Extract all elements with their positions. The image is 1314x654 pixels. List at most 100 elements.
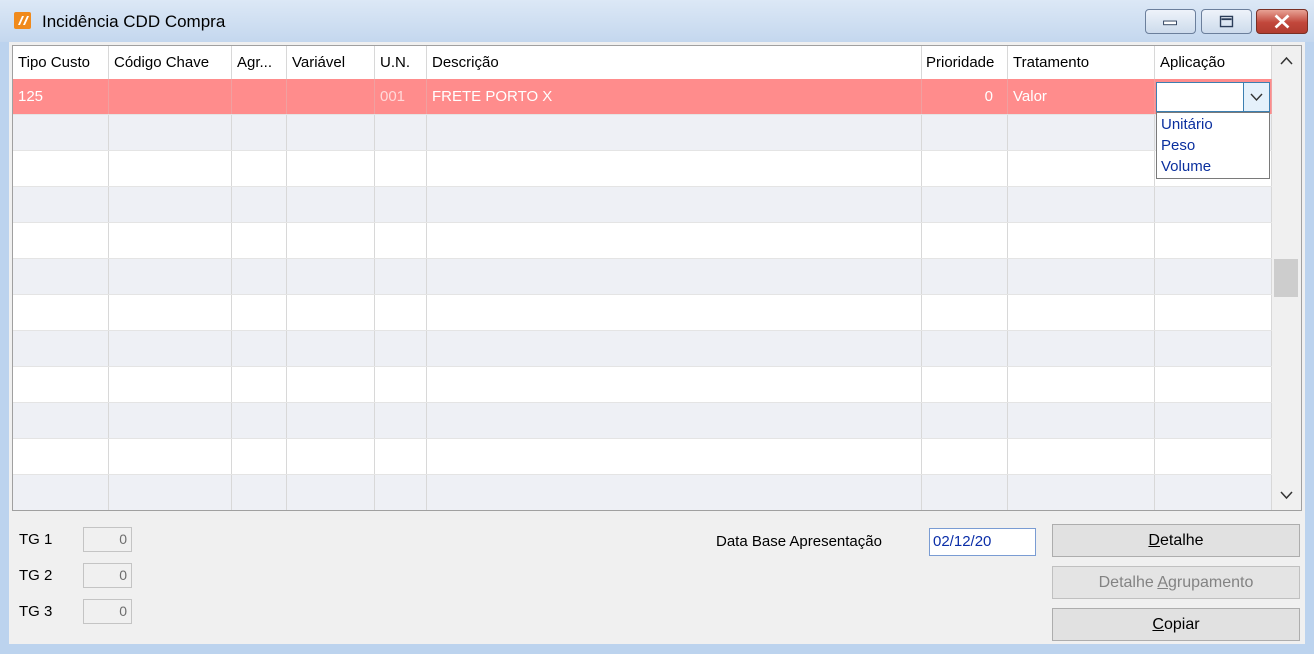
tg3-field[interactable]: 0 xyxy=(83,599,132,624)
cell-agr[interactable] xyxy=(232,79,287,114)
table-cell[interactable] xyxy=(287,331,375,366)
table-cell[interactable] xyxy=(922,439,1008,474)
table-cell[interactable] xyxy=(232,367,287,402)
cell-un[interactable]: 001 xyxy=(375,79,427,114)
aplicacao-combobox[interactable] xyxy=(1156,82,1270,112)
table-cell[interactable] xyxy=(287,439,375,474)
col-header-tratamento[interactable]: Tratamento xyxy=(1008,46,1155,79)
table-cell[interactable] xyxy=(109,439,232,474)
dropdown-option-unitario[interactable]: Unitário xyxy=(1157,115,1269,136)
table-cell[interactable] xyxy=(13,439,109,474)
table-cell[interactable] xyxy=(232,475,287,510)
table-cell[interactable] xyxy=(287,367,375,402)
table-cell[interactable] xyxy=(232,403,287,438)
table-cell[interactable] xyxy=(232,151,287,186)
table-row[interactable] xyxy=(13,187,1272,223)
table-cell[interactable] xyxy=(375,151,427,186)
cell-prioridade[interactable]: 0 xyxy=(922,79,1008,114)
table-cell[interactable] xyxy=(1155,403,1272,438)
cell-variavel[interactable] xyxy=(287,79,375,114)
table-cell[interactable] xyxy=(1008,259,1155,294)
detalhe-button[interactable]: Detalhe xyxy=(1052,524,1300,557)
table-cell[interactable] xyxy=(109,367,232,402)
scroll-up-icon[interactable] xyxy=(1272,46,1301,76)
table-row[interactable] xyxy=(13,115,1272,151)
table-cell[interactable] xyxy=(1155,367,1272,402)
col-header-codigo-chave[interactable]: Código Chave xyxy=(109,46,232,79)
table-cell[interactable] xyxy=(427,439,922,474)
table-row[interactable] xyxy=(13,475,1272,510)
table-cell[interactable] xyxy=(427,403,922,438)
table-cell[interactable] xyxy=(109,187,232,222)
table-cell[interactable] xyxy=(922,259,1008,294)
table-cell[interactable] xyxy=(1008,115,1155,150)
table-cell[interactable] xyxy=(13,403,109,438)
table-cell[interactable] xyxy=(1008,331,1155,366)
table-row[interactable] xyxy=(13,223,1272,259)
table-row[interactable] xyxy=(13,439,1272,475)
col-header-prioridade[interactable]: Prioridade xyxy=(922,46,1008,79)
table-cell[interactable] xyxy=(13,475,109,510)
title-bar[interactable]: Incidência CDD Compra xyxy=(0,0,1314,42)
minimize-button[interactable] xyxy=(1145,9,1196,34)
table-row[interactable] xyxy=(13,403,1272,439)
table-cell[interactable] xyxy=(922,223,1008,258)
table-cell[interactable] xyxy=(13,259,109,294)
table-cell[interactable] xyxy=(1008,295,1155,330)
table-cell[interactable] xyxy=(1008,439,1155,474)
restore-button[interactable] xyxy=(1201,9,1252,34)
table-cell[interactable] xyxy=(427,223,922,258)
table-cell[interactable] xyxy=(109,475,232,510)
vertical-scrollbar[interactable] xyxy=(1272,46,1301,510)
table-cell[interactable] xyxy=(427,151,922,186)
table-cell[interactable] xyxy=(1008,187,1155,222)
table-cell[interactable] xyxy=(109,403,232,438)
table-cell[interactable] xyxy=(13,187,109,222)
table-cell[interactable] xyxy=(922,331,1008,366)
cell-tratamento[interactable]: Valor xyxy=(1008,79,1155,114)
detalhe-agrupamento-button[interactable]: Detalhe Agrupamento xyxy=(1052,566,1300,599)
table-cell[interactable] xyxy=(287,295,375,330)
cell-descricao[interactable]: FRETE PORTO X xyxy=(427,79,922,114)
table-cell[interactable] xyxy=(1155,259,1272,294)
table-cell[interactable] xyxy=(287,151,375,186)
col-header-agr[interactable]: Agr... xyxy=(232,46,287,79)
col-header-tipo-custo[interactable]: Tipo Custo xyxy=(13,46,109,79)
chevron-down-icon[interactable] xyxy=(1243,83,1269,111)
table-cell[interactable] xyxy=(287,115,375,150)
table-cell[interactable] xyxy=(375,259,427,294)
table-cell[interactable] xyxy=(1155,331,1272,366)
table-cell[interactable] xyxy=(427,331,922,366)
table-cell[interactable] xyxy=(109,223,232,258)
table-cell[interactable] xyxy=(1008,403,1155,438)
table-cell[interactable] xyxy=(375,403,427,438)
table-cell[interactable] xyxy=(109,115,232,150)
table-cell[interactable] xyxy=(13,115,109,150)
table-cell[interactable] xyxy=(13,367,109,402)
cell-codigo-chave[interactable] xyxy=(109,79,232,114)
close-button[interactable] xyxy=(1256,9,1308,34)
dropdown-option-peso[interactable]: Peso xyxy=(1157,136,1269,157)
table-row[interactable] xyxy=(13,331,1272,367)
scrollbar-thumb[interactable] xyxy=(1274,259,1298,297)
table-cell[interactable] xyxy=(375,187,427,222)
table-cell[interactable] xyxy=(287,403,375,438)
table-cell[interactable] xyxy=(1155,475,1272,510)
table-row[interactable] xyxy=(13,295,1272,331)
table-cell[interactable] xyxy=(1155,295,1272,330)
table-cell[interactable] xyxy=(232,295,287,330)
tg2-field[interactable]: 0 xyxy=(83,563,132,588)
data-grid[interactable]: Tipo Custo Código Chave Agr... Variável … xyxy=(12,45,1302,511)
table-row-selected[interactable]: 125 001 FRETE PORTO X 0 Valor xyxy=(13,79,1272,115)
col-header-aplicacao[interactable]: Aplicação xyxy=(1155,46,1272,79)
table-cell[interactable] xyxy=(1008,475,1155,510)
table-cell[interactable] xyxy=(1008,367,1155,402)
table-row[interactable] xyxy=(13,367,1272,403)
table-cell[interactable] xyxy=(922,367,1008,402)
data-base-field[interactable]: 02/12/20 xyxy=(929,528,1036,556)
table-cell[interactable] xyxy=(232,439,287,474)
table-cell[interactable] xyxy=(287,223,375,258)
table-cell[interactable] xyxy=(1008,151,1155,186)
table-cell[interactable] xyxy=(922,403,1008,438)
tg1-field[interactable]: 0 xyxy=(83,527,132,552)
